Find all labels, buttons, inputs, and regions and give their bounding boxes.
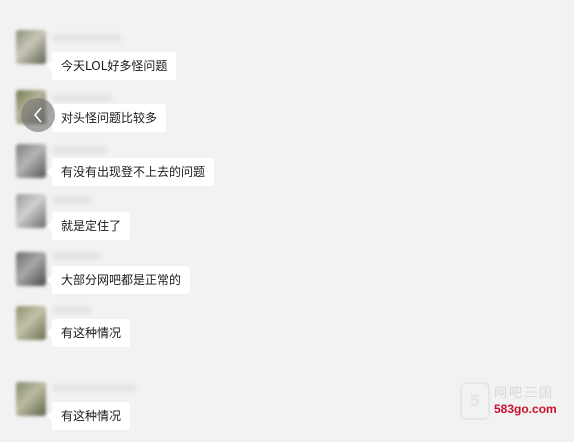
watermark-logo: 5 bbox=[460, 382, 490, 420]
message-bubble[interactable]: 今天LOL好多怪问题 bbox=[46, 52, 177, 80]
back-button[interactable] bbox=[21, 98, 55, 132]
avatar[interactable] bbox=[16, 382, 46, 416]
nickname-blurred bbox=[52, 196, 92, 204]
chevron-left-icon bbox=[33, 107, 42, 123]
chat-message: 对头怪问题比较多 bbox=[0, 90, 574, 150]
message-bubble[interactable]: 有这种情况 bbox=[46, 402, 131, 430]
watermark-cn-text: 网吧三国 bbox=[494, 386, 555, 401]
message-bubble[interactable]: 对头怪问题比较多 bbox=[46, 104, 167, 132]
watermark: 5 网吧三国 583go.com bbox=[460, 380, 570, 420]
nickname-blurred bbox=[52, 34, 122, 42]
message-bubble[interactable]: 大部分网吧都是正常的 bbox=[46, 266, 191, 294]
chat-message: 就是定住了 bbox=[0, 194, 574, 254]
nickname-blurred bbox=[52, 146, 107, 154]
avatar[interactable] bbox=[16, 144, 46, 178]
avatar[interactable] bbox=[16, 252, 46, 286]
avatar[interactable] bbox=[16, 30, 46, 64]
nickname-blurred bbox=[52, 94, 112, 102]
message-bubble[interactable]: 有没有出现登不上去的问题 bbox=[46, 158, 215, 186]
avatar[interactable] bbox=[16, 194, 46, 228]
avatar[interactable] bbox=[16, 306, 46, 340]
nickname-blurred bbox=[52, 306, 92, 314]
chat-message: 今天LOL好多怪问题 bbox=[0, 30, 574, 90]
message-bubble[interactable]: 就是定住了 bbox=[46, 212, 131, 240]
message-bubble[interactable]: 有这种情况 bbox=[46, 319, 131, 347]
nickname-blurred bbox=[52, 252, 102, 260]
chat-message: 有这种情况 bbox=[0, 306, 574, 366]
nickname-blurred bbox=[52, 384, 137, 392]
watermark-url: 583go.com bbox=[494, 402, 557, 416]
chat-message: 大部分网吧都是正常的 bbox=[0, 252, 574, 312]
